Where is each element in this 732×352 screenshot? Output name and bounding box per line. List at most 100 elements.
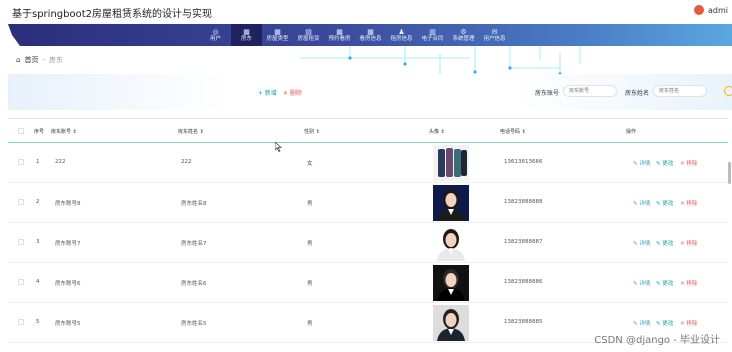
cell-phone: 13823888887 [504, 239, 543, 245]
nav-item-label: 预约看房 [328, 35, 351, 42]
select-all-checkbox[interactable] [18, 128, 24, 134]
col-avatar[interactable]: 头像 ⇕ [429, 128, 445, 135]
table-icon: ▥ [429, 27, 436, 36]
nav-item-label: 电子合同 [421, 35, 444, 42]
table-row[interactable]: 4 房东账号6 房东姓名6 男 13823888886 ✎ 详情 ✎ 更改 ✕ … [8, 263, 728, 303]
nav-item-label: 房东 [240, 35, 252, 42]
row-checkbox[interactable] [18, 159, 24, 165]
cell-gender: 男 [307, 241, 313, 247]
top-bar: 基于springboot2房屋租赁系统的设计与实现 admi [0, 0, 732, 24]
nav-item-label: 房屋租赁 [297, 35, 320, 42]
cell-gender: 男 [307, 281, 313, 287]
edit-button[interactable]: ✎ 更改 [656, 159, 673, 167]
nav-item-label: 看房信息 [359, 35, 382, 42]
cell-index: 3 [36, 239, 40, 245]
grid-icon: ▦ [274, 27, 281, 36]
col-operations: 操作 [626, 129, 637, 135]
grid-icon: ▦ [243, 27, 250, 36]
table-row[interactable]: 3 房东账号7 房东姓名7 男 13823888887 ✎ 详情 ✎ 更改 ✕ … [8, 223, 728, 263]
row-checkbox[interactable] [18, 199, 24, 205]
breadcrumb: ⌂ 首页 - 房东 [16, 55, 63, 65]
col-account[interactable]: 房东账号 ⇕ [51, 128, 77, 135]
cell-phone: 13823888886 [504, 279, 543, 285]
remove-button[interactable]: ✕ 移除 [680, 319, 697, 327]
grid-icon: ▦ [367, 27, 374, 36]
site-title: 基于springboot2房屋租赁系统的设计与实现 [12, 9, 212, 20]
cell-index: 1 [36, 159, 40, 165]
cell-account: 房东账号6 [55, 281, 81, 287]
avatar [433, 265, 469, 301]
col-gender[interactable]: 性别 ⇕ [304, 128, 320, 135]
avatar [433, 145, 469, 181]
name-search-input[interactable] [653, 85, 707, 97]
cell-index: 2 [36, 199, 40, 205]
table-row[interactable]: 2 房东账号8 房东姓名8 男 13823888888 ✎ 详情 ✎ 更改 ✕ … [8, 183, 728, 223]
name-filter-label: 房东姓名 [625, 90, 650, 97]
nav-item-9[interactable]: ✉ 用户信息 [479, 24, 510, 46]
col-phone[interactable]: 电话号码 ⇕ [500, 128, 526, 135]
nav-item-0[interactable]: ◎ 用户 [200, 24, 231, 46]
scrollbar[interactable] [728, 162, 731, 184]
detail-button[interactable]: ✎ 详情 [633, 319, 650, 327]
cell-gender: 男 [307, 201, 313, 207]
avatar [433, 185, 469, 221]
edit-button[interactable]: ✎ 更改 [656, 319, 673, 327]
nav-item-label: 系统管理 [452, 35, 475, 42]
nav-item-label: 用户 [209, 35, 221, 42]
edit-button[interactable]: ✎ 更改 [656, 239, 673, 247]
remove-button[interactable]: ✕ 移除 [680, 279, 697, 287]
row-checkbox[interactable] [18, 239, 24, 245]
account-search-input[interactable] [563, 85, 617, 97]
cell-index: 5 [36, 319, 40, 325]
toolbar: + 新增 ✕ 删除 房东账号 房东姓名 [8, 74, 732, 110]
detail-button[interactable]: ✎ 详情 [633, 159, 650, 167]
cell-account: 房东账号8 [55, 201, 81, 207]
detail-button[interactable]: ✎ 详情 [633, 279, 650, 287]
detail-button[interactable]: ✎ 详情 [633, 239, 650, 247]
mouse-cursor-icon [275, 142, 282, 152]
delete-button[interactable]: ✕ 删除 [283, 88, 302, 97]
cell-gender: 女 [307, 161, 313, 167]
nav-item-6[interactable]: ♟ 租房信息 [386, 24, 417, 46]
remove-button[interactable]: ✕ 移除 [680, 159, 697, 167]
row-checkbox[interactable] [18, 279, 24, 285]
cell-phone: 13823888885 [504, 319, 543, 325]
row-checkbox[interactable] [18, 319, 24, 325]
add-button[interactable]: + 新增 [258, 88, 277, 97]
avatar [433, 225, 469, 261]
table-row[interactable]: 1 222 222 女 13613613666 ✎ 详情 ✎ 更改 ✕ 移除 [8, 143, 728, 183]
nav-item-4[interactable]: ▦ 预约看房 [324, 24, 355, 46]
watermark: CSDN @django - 毕业设计 [594, 335, 720, 346]
avatar [433, 305, 469, 341]
nav-item-1[interactable]: ▦ 房东 [231, 24, 262, 46]
user-menu[interactable]: admi [694, 5, 728, 15]
cell-name: 房东姓名7 [181, 241, 207, 247]
nav-item-3[interactable]: ▤ 房屋租赁 [293, 24, 324, 46]
remove-button[interactable]: ✕ 移除 [680, 239, 697, 247]
edit-button[interactable]: ✎ 更改 [656, 199, 673, 207]
breadcrumb-separator: - [42, 56, 45, 64]
nav-item-2[interactable]: ▦ 房屋类型 [262, 24, 293, 46]
grid-icon: ▦ [336, 27, 343, 36]
search-icon[interactable] [724, 86, 732, 96]
main-nav: ◎ 用户 ▦ 房东 ▦ 房屋类型 ▤ 房屋租赁 ▦ 预约看房 ▦ 看房信息 ♟ 租房信息 ▥ 电子合同 ⚙ 系统管… [8, 24, 732, 46]
gear-icon: ⚙ [460, 27, 467, 36]
home-icon: ⌂ [16, 56, 21, 64]
mail-icon: ✉ [491, 27, 498, 36]
nav-item-8[interactable]: ⚙ 系统管理 [448, 24, 479, 46]
account-filter-label: 房东账号 [535, 90, 560, 97]
avatar [694, 5, 704, 15]
cell-account: 222 [55, 159, 66, 165]
detail-button[interactable]: ✎ 详情 [633, 199, 650, 207]
breadcrumb-home[interactable]: 首页 [24, 55, 38, 65]
edit-button[interactable]: ✎ 更改 [656, 279, 673, 287]
nav-item-5[interactable]: ▦ 看房信息 [355, 24, 386, 46]
landlord-table: 序号 房东账号 ⇕ 房东姓名 ⇕ 性别 ⇕ 头像 ⇕ 电话号码 ⇕ 操作 1 2… [8, 118, 728, 352]
nav-item-7[interactable]: ▥ 电子合同 [417, 24, 448, 46]
cell-account: 房东账号7 [55, 241, 81, 247]
username: admi [708, 5, 728, 15]
remove-button[interactable]: ✕ 移除 [680, 199, 697, 207]
cell-gender: 男 [307, 321, 313, 327]
col-name[interactable]: 房东姓名 ⇕ [178, 128, 204, 135]
person-icon: ♟ [398, 27, 405, 36]
